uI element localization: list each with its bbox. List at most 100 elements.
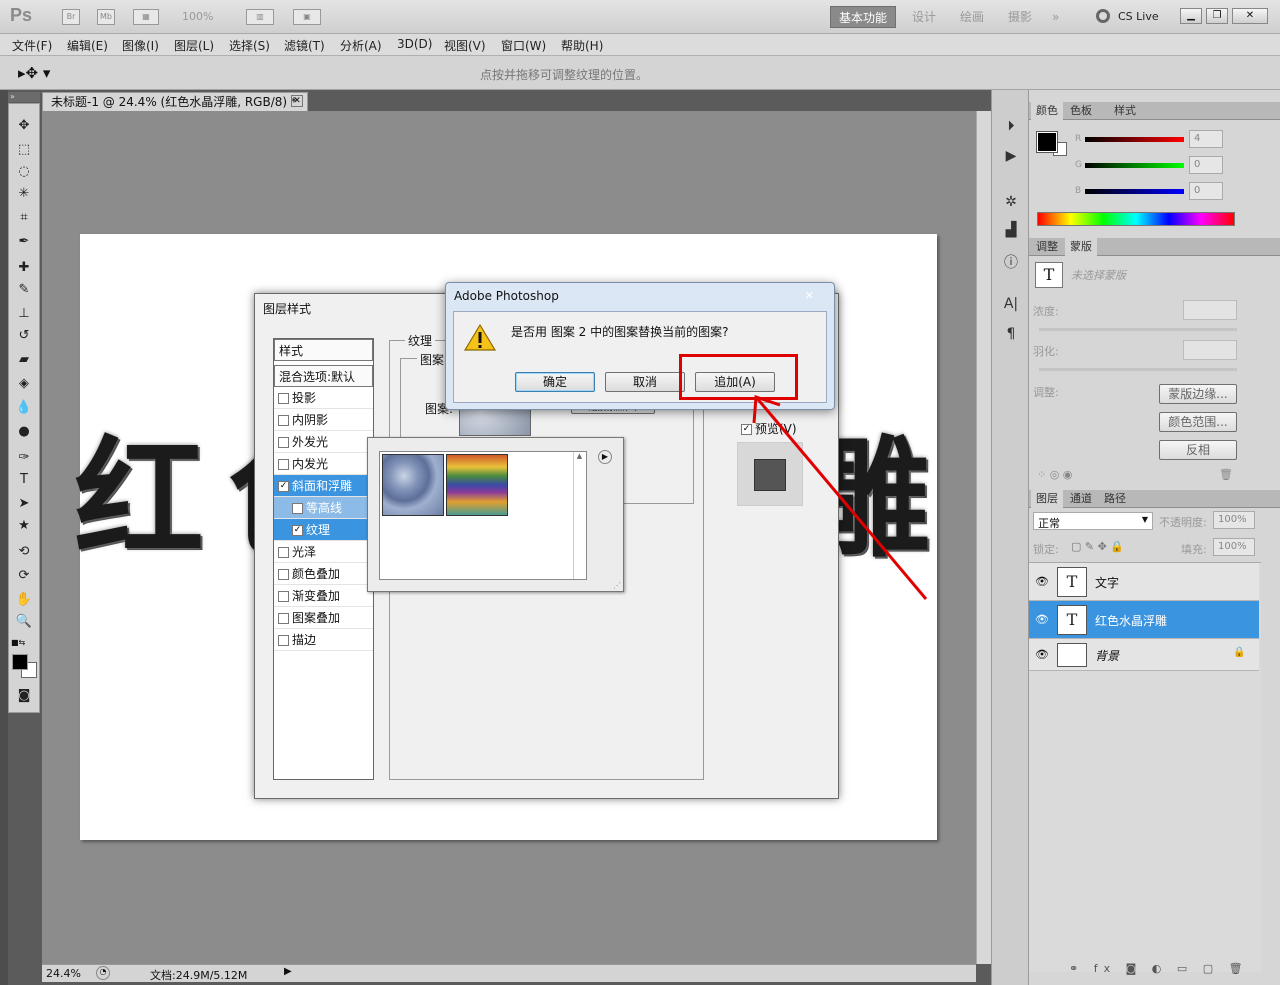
- color-range-button[interactable]: 颜色范围...: [1159, 412, 1237, 432]
- workspace-essentials[interactable]: 基本功能: [830, 6, 897, 28]
- workspace-photography[interactable]: 摄影: [1000, 6, 1040, 28]
- style-item-satin[interactable]: 光泽: [274, 541, 373, 563]
- menu-image[interactable]: 图像(I): [122, 37, 159, 54]
- resize-grip-icon[interactable]: ⋰: [613, 581, 621, 590]
- restore-button[interactable]: ❐: [1206, 8, 1228, 24]
- dodge-tool-icon[interactable]: ●: [13, 422, 35, 442]
- checkbox-icon[interactable]: [278, 459, 289, 470]
- quick-select-tool-icon[interactable]: ✳: [13, 184, 35, 204]
- pattern-menu-arrow-icon[interactable]: ▶: [598, 450, 612, 464]
- alert-close-icon[interactable]: ✕: [805, 289, 814, 302]
- menu-select[interactable]: 选择(S): [229, 37, 270, 54]
- style-item-texture[interactable]: ✓ 纹理: [274, 519, 373, 541]
- menu-help[interactable]: 帮助(H): [561, 37, 603, 54]
- tab-styles[interactable]: 样式: [1109, 102, 1141, 120]
- eyedropper-tool-icon[interactable]: ✒: [13, 232, 35, 252]
- move-tool-preset-icon[interactable]: ▸✥ ▾: [18, 64, 50, 82]
- color-fg-swatch[interactable]: [1036, 131, 1058, 153]
- tools-collapse-icon[interactable]: »: [8, 92, 40, 102]
- menu-file[interactable]: 文件(F): [12, 37, 52, 54]
- more-workspaces-icon[interactable]: »: [1044, 6, 1067, 28]
- layer-row[interactable]: 👁 T 红色水晶浮雕: [1029, 601, 1259, 639]
- mask-delete-icon[interactable]: 🗑: [1219, 468, 1233, 481]
- tab-swatches[interactable]: 色板: [1065, 102, 1097, 120]
- checkbox-checked-icon[interactable]: ✓: [292, 525, 303, 536]
- workspace-painting[interactable]: 绘画: [952, 6, 992, 28]
- info-panel-icon[interactable]: ⓘ: [1000, 252, 1022, 272]
- vertical-scrollbar[interactable]: [976, 111, 991, 964]
- b-slider[interactable]: [1085, 189, 1184, 194]
- lasso-tool-icon[interactable]: ◌: [13, 162, 35, 182]
- style-item-contour[interactable]: 等高线: [274, 497, 373, 519]
- checkbox-icon[interactable]: [278, 393, 289, 404]
- checkbox-checked-icon[interactable]: ✓: [278, 481, 289, 492]
- minimize-button[interactable]: ▁: [1180, 8, 1202, 24]
- style-item-inner-glow[interactable]: 内发光: [274, 453, 373, 475]
- checkbox-icon[interactable]: [292, 503, 303, 514]
- menu-edit[interactable]: 编辑(E): [67, 37, 108, 54]
- paint-bucket-icon[interactable]: ◈: [13, 374, 35, 394]
- lock-icons[interactable]: ▢ ✎ ✥ 🔒: [1071, 540, 1124, 553]
- g-slider[interactable]: [1085, 163, 1184, 168]
- style-item-gradient-overlay[interactable]: 渐变叠加: [274, 585, 373, 607]
- ok-button[interactable]: 确定: [515, 372, 595, 392]
- character-panel-icon[interactable]: A|: [1000, 296, 1022, 316]
- zoom-level-select[interactable]: 100%: [182, 10, 213, 23]
- visibility-eye-icon[interactable]: 👁: [1035, 613, 1049, 626]
- healing-brush-icon[interactable]: ✚: [13, 258, 35, 278]
- actions-panel-icon[interactable]: ▶: [1000, 148, 1022, 168]
- brush-tool-icon[interactable]: ✎: [13, 280, 35, 300]
- path-select-icon[interactable]: ➤: [13, 494, 35, 514]
- 3d-orbit-icon[interactable]: ⟳: [13, 566, 35, 586]
- shape-tool-icon[interactable]: ★: [13, 516, 35, 536]
- mask-edge-button[interactable]: 蒙版边缘...: [1159, 384, 1237, 404]
- color-spectrum-bar[interactable]: [1037, 212, 1235, 226]
- density-field[interactable]: [1183, 300, 1237, 320]
- layer-row[interactable]: 👁 T 文字: [1029, 563, 1259, 601]
- layer-row[interactable]: 👁 背景 🔒: [1029, 639, 1259, 671]
- zoom-readout[interactable]: 24.4%: [46, 967, 81, 980]
- history-panel-icon[interactable]: ⏵: [1000, 118, 1022, 138]
- eraser-tool-icon[interactable]: ▰: [13, 350, 35, 370]
- pen-tool-icon[interactable]: ✑: [13, 448, 35, 468]
- navigator-panel-icon[interactable]: ✲: [1000, 194, 1022, 214]
- checkbox-icon[interactable]: [278, 437, 289, 448]
- blend-mode-select[interactable]: 正常 ▼: [1033, 512, 1153, 530]
- checkbox-icon[interactable]: [278, 613, 289, 624]
- style-item-outer-glow[interactable]: 外发光: [274, 431, 373, 453]
- pattern-swatch[interactable]: [446, 454, 508, 516]
- tab-masks[interactable]: 蒙版: [1065, 238, 1097, 256]
- tab-channels[interactable]: 通道: [1065, 490, 1097, 508]
- style-item-bevel-emboss[interactable]: ✓ 斜面和浮雕: [274, 475, 373, 497]
- zoom-tool-icon[interactable]: 🔍: [13, 612, 35, 632]
- 3d-rotate-icon[interactable]: ⟲: [13, 542, 35, 562]
- tab-color[interactable]: 颜色: [1031, 102, 1063, 120]
- style-item-drop-shadow[interactable]: 投影: [274, 387, 373, 409]
- menu-view[interactable]: 视图(V): [444, 37, 486, 54]
- move-tool-icon[interactable]: ✥: [13, 116, 35, 136]
- g-value[interactable]: 0: [1189, 156, 1223, 174]
- feather-slider[interactable]: [1039, 368, 1237, 371]
- workspace-design[interactable]: 设计: [904, 6, 944, 28]
- hand-tool-icon[interactable]: ✋: [13, 590, 35, 610]
- tab-adjustments[interactable]: 调整: [1031, 238, 1063, 256]
- visibility-eye-icon[interactable]: 👁: [1035, 648, 1049, 661]
- pattern-swatch[interactable]: [382, 454, 444, 516]
- visibility-eye-icon[interactable]: 👁: [1035, 575, 1049, 588]
- feather-field[interactable]: [1183, 340, 1237, 360]
- arrange-documents-icon[interactable]: ▥: [246, 9, 274, 25]
- tab-layers[interactable]: 图层: [1031, 490, 1063, 508]
- checkbox-icon[interactable]: [278, 415, 289, 426]
- style-item-inner-shadow[interactable]: 内阴影: [274, 409, 373, 431]
- mask-footer-icons[interactable]: ⁘ ◎ ◉: [1037, 468, 1072, 481]
- tab-paths[interactable]: 路径: [1099, 490, 1131, 508]
- mini-bridge-button[interactable]: Mb: [97, 9, 115, 25]
- default-colors-icon[interactable]: ■⇆: [11, 638, 25, 647]
- density-slider[interactable]: [1039, 328, 1237, 331]
- menu-3d[interactable]: 3D(D): [397, 37, 432, 51]
- invert-button[interactable]: 反相: [1159, 440, 1237, 460]
- status-menu-arrow-icon[interactable]: ▶: [284, 966, 292, 977]
- close-document-icon[interactable]: ✕: [291, 95, 303, 107]
- b-value[interactable]: 0: [1189, 182, 1223, 200]
- menu-layer[interactable]: 图层(L): [174, 37, 214, 54]
